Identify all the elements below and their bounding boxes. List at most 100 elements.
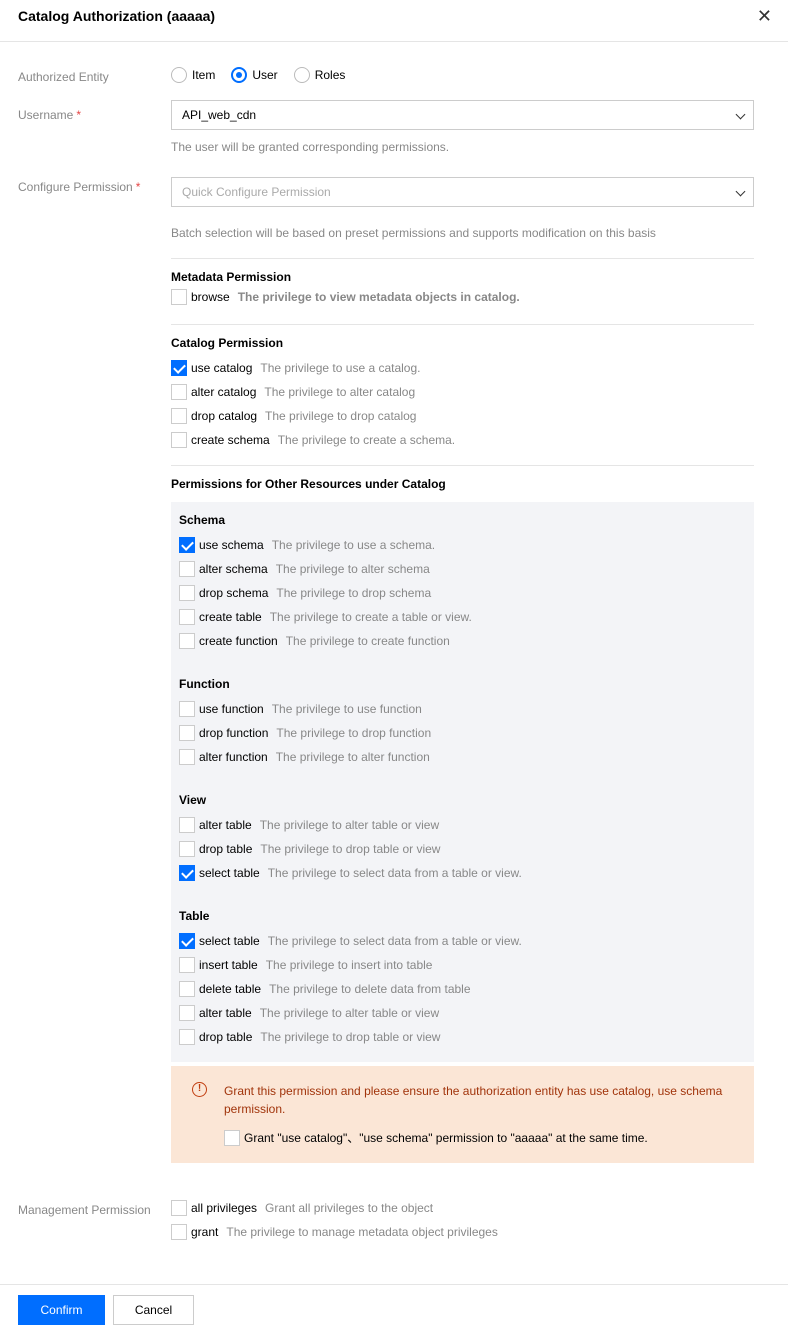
perm-use-catalog[interactable]: use catalog The privilege to use a catal… [171,360,421,376]
perm-desc: The privilege to view metadata objects i… [237,290,520,304]
checkbox[interactable] [179,865,195,881]
table-title: Table [179,909,210,923]
checkbox[interactable] [171,432,187,448]
username-label: Username * [18,108,81,122]
checkbox[interactable] [171,384,187,400]
perm-create-function[interactable]: create function The privilege to create … [179,633,450,649]
radio-item[interactable] [171,67,187,83]
perm-desc: The privilege to alter function [275,750,430,764]
checkbox[interactable] [179,633,195,649]
checkbox[interactable] [179,585,195,601]
perm-browse[interactable]: browse The privilege to view metadata ob… [171,289,520,305]
perm-view-drop-table[interactable]: drop table The privilege to drop table o… [179,841,440,857]
perm-desc: The privilege to manage metadata object … [226,1225,498,1239]
dialog-header: Catalog Authorization (aaaaa) ✕ [0,0,788,42]
perm-drop-schema[interactable]: drop schema The privilege to drop schema [179,585,431,601]
grant-dependencies-label: Grant "use catalog"、"use schema" permiss… [244,1131,648,1145]
cancel-button[interactable]: Cancel [113,1295,194,1325]
perm-create-schema[interactable]: create schema The privilege to create a … [171,432,455,448]
perm-name: alter table [199,1006,252,1020]
perm-name: drop schema [199,586,269,600]
perm-name: alter function [199,750,268,764]
username-hint: The user will be granted corresponding p… [171,140,450,154]
perm-drop-catalog[interactable]: drop catalog The privilege to drop catal… [171,408,416,424]
checkbox[interactable] [171,1224,187,1240]
radio-user[interactable] [231,67,248,83]
checkbox[interactable] [179,817,195,833]
perm-name: select table [199,934,260,948]
checkbox[interactable] [179,609,195,625]
perm-alter-catalog[interactable]: alter catalog The privilege to alter cat… [171,384,415,400]
entity-option-roles[interactable]: Roles [293,67,345,83]
checkbox[interactable] [179,981,195,997]
perm-view-select-table[interactable]: select table The privilege to select dat… [179,865,522,881]
entity-option-label: User [252,68,278,82]
schema-title: Schema [179,513,226,527]
perm-view-alter-table[interactable]: alter table The privilege to alter table… [179,817,439,833]
configure-select[interactable]: Quick Configure Permission [171,177,754,207]
checkbox[interactable] [224,1129,240,1146]
entity-option-user[interactable]: User [231,67,278,83]
confirm-button[interactable]: Confirm [18,1295,105,1325]
divider [171,465,754,466]
checkbox[interactable] [179,749,195,765]
perm-desc: The privilege to select data from a tabl… [267,866,522,880]
perm-alter-schema[interactable]: alter schema The privilege to alter sche… [179,561,430,577]
perm-name: drop table [199,1030,253,1044]
perm-table-insert-table[interactable]: insert table The privilege to insert int… [179,957,432,973]
perm-all-privileges[interactable]: all privileges Grant all privileges to t… [171,1200,433,1216]
configure-label: Configure Permission * [18,180,140,194]
username-label-text: Username [18,108,74,122]
checkbox[interactable] [179,701,195,717]
entity-option-item[interactable]: Item [171,67,215,83]
checkbox[interactable] [179,561,195,577]
radio-roles[interactable] [293,67,310,83]
perm-name: insert table [199,958,258,972]
grant-dependencies-checkbox[interactable]: Grant "use catalog"、"use schema" permiss… [224,1129,648,1146]
chevron-down-icon [735,109,746,120]
perm-table-delete-table[interactable]: delete table The privilege to delete dat… [179,981,471,997]
perm-desc: The privilege to insert into table [265,958,433,972]
checkbox[interactable] [171,360,187,376]
checkbox[interactable] [171,289,187,305]
perm-grant[interactable]: grant The privilege to manage metadata o… [171,1224,498,1240]
perm-name: use function [199,702,264,716]
checkbox[interactable] [179,537,195,553]
checkbox[interactable] [179,725,195,741]
perm-desc: The privilege to alter table or view [259,1006,440,1020]
checkbox[interactable] [171,1200,187,1216]
checkbox[interactable] [179,1029,195,1045]
perm-name: browse [191,290,230,304]
perm-desc: The privilege to drop table or view [260,842,441,856]
perm-table-drop-table[interactable]: drop table The privilege to drop table o… [179,1029,440,1045]
perm-desc: The privilege to drop function [276,726,432,740]
perm-use-function[interactable]: use function The privilege to use functi… [179,701,422,717]
view-title: View [179,793,207,807]
catalog-title: Catalog Permission [171,336,284,350]
entity-option-label: Item [192,68,216,82]
configure-label-text: Configure Permission [18,180,133,194]
perm-table-select-table[interactable]: select table The privilege to select dat… [179,933,522,949]
checkbox[interactable] [179,841,195,857]
perm-create-table[interactable]: create table The privilege to create a t… [179,609,472,625]
required-mark: * [76,108,82,122]
perm-table-alter-table[interactable]: alter table The privilege to alter table… [179,1005,439,1021]
close-icon[interactable]: ✕ [757,6,772,26]
checkbox[interactable] [179,933,195,949]
username-select[interactable]: API_web_cdn [171,100,754,130]
perm-desc: The privilege to drop schema [276,586,432,600]
checkbox[interactable] [171,408,187,424]
checkbox[interactable] [179,957,195,973]
perm-use-schema[interactable]: use schema The privilege to use a schema… [179,537,435,553]
other-title: Permissions for Other Resources under Ca… [171,477,446,491]
dialog-title: Catalog Authorization (aaaaa) [18,8,216,24]
perm-alter-function[interactable]: alter function The privilege to alter fu… [179,749,430,765]
perm-name: create schema [191,433,270,447]
metadata-title: Metadata Permission [171,270,292,284]
warning-icon: ! [192,1082,207,1097]
perm-name: alter table [199,818,252,832]
perm-desc: The privilege to alter table or view [259,818,440,832]
perm-name: create function [199,634,278,648]
perm-drop-function[interactable]: drop function The privilege to drop func… [179,725,431,741]
checkbox[interactable] [179,1005,195,1021]
